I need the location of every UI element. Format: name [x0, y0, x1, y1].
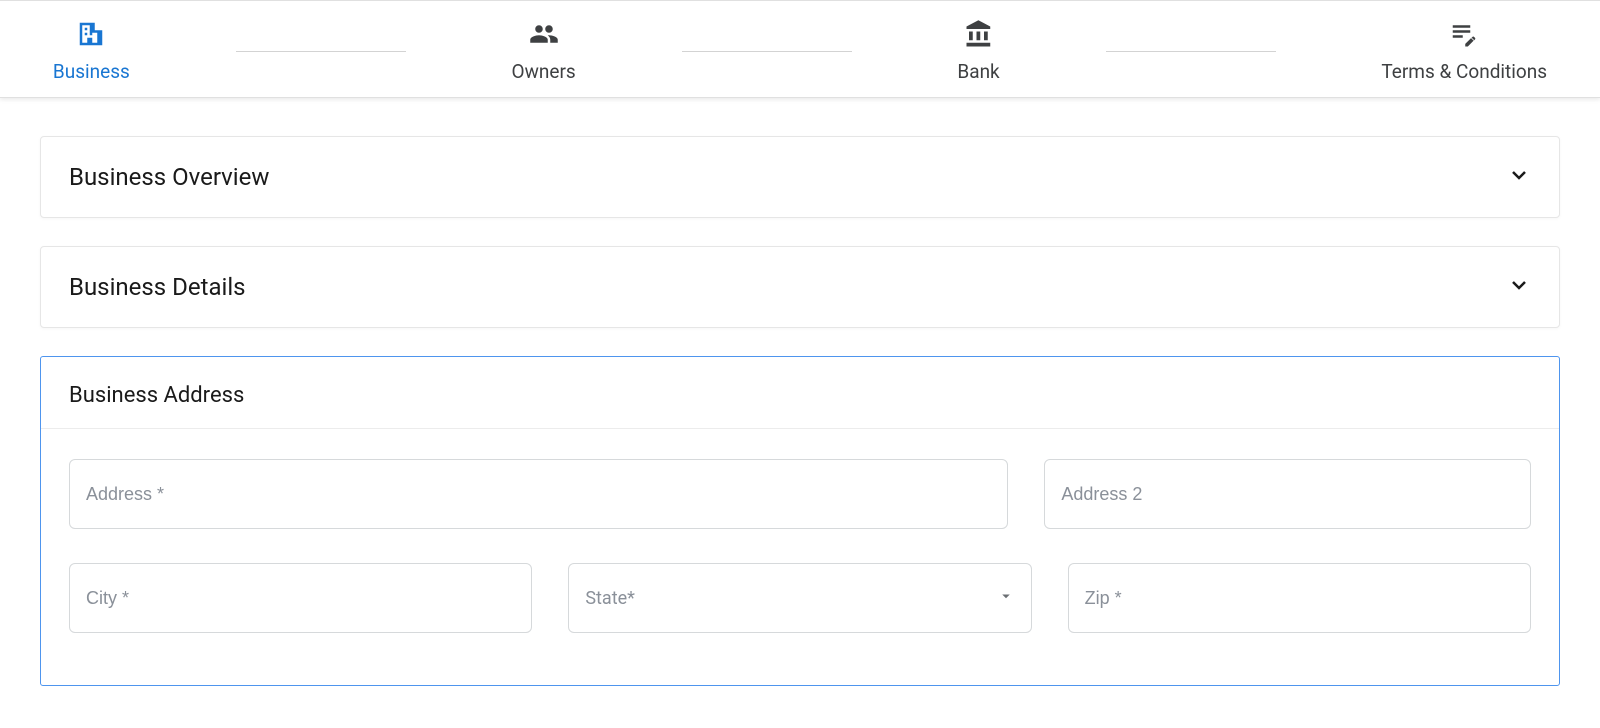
- state-placeholder: State*: [585, 588, 635, 609]
- accordion-business-details: Business Details: [40, 246, 1560, 328]
- chevron-down-icon: [1507, 273, 1531, 301]
- chevron-down-icon: [1507, 163, 1531, 191]
- address-form: State*: [41, 429, 1559, 685]
- accordion-business-overview: Business Overview: [40, 136, 1560, 218]
- accordion-header-address[interactable]: Business Address: [41, 357, 1559, 428]
- accordion-header-details[interactable]: Business Details: [41, 247, 1559, 327]
- tab-business[interactable]: Business: [53, 19, 130, 83]
- accordion-header-overview[interactable]: Business Overview: [41, 137, 1559, 217]
- tab-business-label: Business: [53, 60, 130, 83]
- city-field-wrapper: [69, 563, 532, 633]
- address1-input[interactable]: [86, 484, 991, 505]
- tab-divider: [1106, 51, 1276, 52]
- address2-input[interactable]: [1061, 484, 1514, 505]
- terms-icon: [1449, 19, 1479, 54]
- city-input[interactable]: [86, 588, 515, 609]
- accordion-business-address: Business Address State*: [40, 356, 1560, 686]
- bank-icon: [964, 19, 994, 54]
- tab-terms[interactable]: Terms & Conditions: [1381, 19, 1547, 83]
- tab-divider: [682, 51, 852, 52]
- zip-field-wrapper: [1068, 563, 1531, 633]
- tab-bank[interactable]: Bank: [957, 19, 999, 83]
- address2-field-wrapper: [1044, 459, 1531, 529]
- stepper-nav: Business Owners Bank Terms & Conditions: [0, 0, 1600, 98]
- tab-divider: [236, 51, 406, 52]
- accordion-title-address: Business Address: [69, 383, 1531, 408]
- zip-input[interactable]: [1085, 588, 1514, 609]
- tab-owners[interactable]: Owners: [512, 19, 576, 83]
- building-icon: [76, 19, 106, 54]
- tab-bank-label: Bank: [957, 60, 999, 83]
- accordion-title-overview: Business Overview: [69, 163, 269, 191]
- address1-field-wrapper: [69, 459, 1008, 529]
- people-icon: [529, 19, 559, 54]
- caret-down-icon: [997, 587, 1015, 610]
- tab-terms-label: Terms & Conditions: [1381, 60, 1547, 83]
- state-select[interactable]: State*: [568, 563, 1031, 633]
- accordion-title-details: Business Details: [69, 273, 246, 301]
- main-content: Business Overview Business Details Busin…: [0, 98, 1600, 706]
- tab-owners-label: Owners: [512, 60, 576, 83]
